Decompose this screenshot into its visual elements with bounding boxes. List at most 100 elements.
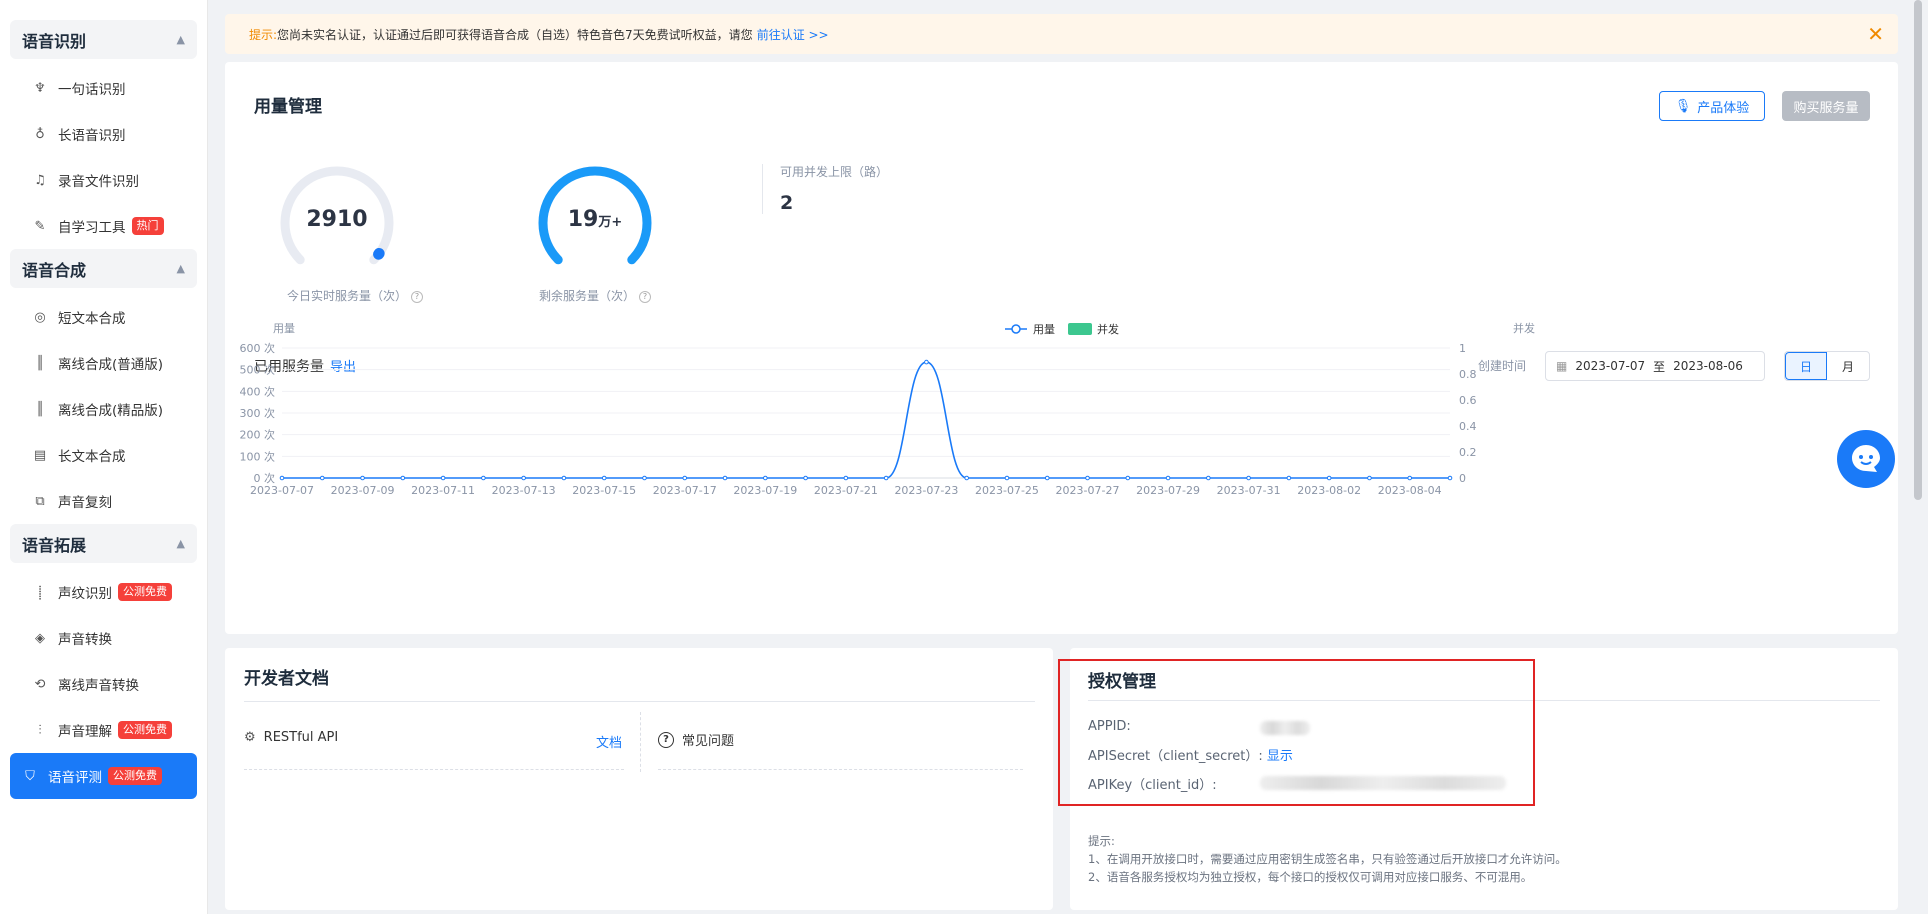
usage-data-point: [521, 475, 526, 481]
y-tick-label-left: 200 次: [240, 428, 276, 442]
sidebar-group-header[interactable]: 语音识别 ▲: [10, 20, 197, 59]
x-tick-label: 2023-07-09: [331, 484, 395, 497]
sidebar-item[interactable]: ✎ 自学习工具 热门: [10, 203, 197, 249]
sidebar-item-label: 声音复刻: [58, 495, 112, 511]
legend-marker-usage: [1011, 324, 1021, 334]
y-tick-label-left: 400 次: [240, 384, 276, 398]
offline-convert-icon: ⟲: [34, 676, 46, 692]
sidebar-group-header[interactable]: 语音拓展 ▲: [10, 524, 197, 563]
faq-item[interactable]: ? 常见问题: [658, 730, 734, 749]
restful-api-item[interactable]: ⚙ RESTful API: [244, 730, 338, 745]
devdocs-card: 开发者文档 ⚙ RESTful API 文档 ? 常见问题: [225, 648, 1053, 910]
sidebar-item[interactable]: ⸽ 声纹识别 公测免费: [10, 569, 197, 615]
usage-data-point: [1165, 475, 1171, 481]
usage-data-point: [964, 475, 969, 481]
usage-data-point: [1246, 475, 1251, 481]
usage-data-point: [1125, 475, 1131, 481]
sidebar-item[interactable]: ⛉ 语音评测 公测免费: [10, 753, 197, 799]
usage-series-line: [281, 361, 1450, 479]
badge: 公测免费: [118, 583, 172, 601]
convert-icon: ◈: [35, 630, 45, 646]
sidebar-item[interactable]: ◈ 声音转换: [10, 615, 197, 661]
close-icon[interactable]: ✕: [1867, 22, 1884, 46]
divider: [244, 769, 624, 770]
sidebar-item[interactable]: ⟲ 离线声音转换: [10, 661, 197, 707]
notice-tip: 提示:: [249, 27, 278, 42]
sidebar-item[interactable]: ║ 离线合成(普通版): [10, 340, 197, 386]
y-tick-label-right: 0.8: [1459, 368, 1477, 381]
chatbot-icon: [1852, 445, 1880, 472]
divider: [658, 769, 1023, 770]
chatbot-button[interactable]: [1837, 430, 1895, 488]
x-tick-label: 2023-07-19: [733, 484, 797, 497]
sidebar-item-label: 声音转换: [58, 632, 112, 648]
x-tick-label: 2023-07-31: [1217, 484, 1281, 497]
usage-data-point: [1447, 475, 1453, 481]
auth-hint: 提示: 1、在调用开放接口时，需要通过应用密钥生成签名串，只有验签通过后开放接口…: [1088, 832, 1567, 886]
y-tick-label-left: 100 次: [240, 449, 276, 463]
usage-data-point: [561, 475, 567, 481]
x-tick-label: 2023-07-07: [250, 484, 314, 497]
badge: 公测免费: [108, 767, 162, 785]
scrollbar[interactable]: [1914, 0, 1922, 500]
badge: 热门: [131, 217, 164, 235]
voiceprint-icon: ⸽: [38, 586, 42, 601]
sidebar-item[interactable]: ║ 离线合成(精品版): [10, 386, 197, 432]
hint-line-2: 2、语音各服务授权均为独立授权，每个接口的授权仅可调用对应接口服务、不可混用。: [1088, 870, 1533, 884]
usage-data-point: [682, 475, 688, 481]
sidebar-item-label: 长文本合成: [58, 449, 126, 465]
x-tick-label: 2023-07-25: [975, 484, 1039, 497]
sidebar-group-header[interactable]: 语音合成 ▲: [10, 249, 197, 288]
x-tick-label: 2023-08-02: [1297, 484, 1361, 497]
usage-data-point: [1004, 475, 1010, 481]
chart-legend: 用量 并发: [1005, 322, 1119, 336]
notice-bar: 提示: 您尚未实名认证，认证通过后即可获得语音合成（自选）特色音色7天免费试听权…: [225, 14, 1898, 54]
mic-icon: ♆: [34, 80, 46, 96]
sidebar-item[interactable]: ▤ 长文本合成: [10, 432, 197, 478]
doc-link[interactable]: 文档: [596, 732, 622, 751]
sidebar-item[interactable]: ⧉ 声音复刻: [10, 478, 197, 524]
usage-data-point: [400, 475, 406, 481]
sidebar-item[interactable]: ♆ 一句话识别: [10, 65, 197, 111]
sidebar-item[interactable]: ◎ 短文本合成: [10, 294, 197, 340]
hint-line-1: 1、在调用开放接口时，需要通过应用密钥生成签名串，只有验签通过后开放接口才允许访…: [1088, 852, 1567, 866]
document-icon: ▤: [33, 447, 47, 463]
usage-data-point: [642, 475, 647, 481]
y-axis-title-right: 并发: [1513, 321, 1535, 335]
caret-up-icon: ▲: [176, 537, 185, 550]
synth-icon: ◎: [34, 309, 46, 325]
sidebar-item-label: 离线声音转换: [58, 678, 139, 694]
y-axis-title-left: 用量: [273, 322, 295, 335]
y-tick-label-right: 0.2: [1459, 446, 1477, 459]
sidebar-group-title: 语音合成: [22, 260, 87, 280]
usage-data-point: [803, 475, 808, 481]
usage-data-point: [883, 475, 889, 481]
clone-icon: ⧉: [35, 493, 45, 509]
caret-up-icon: ▲: [176, 33, 185, 46]
verify-link[interactable]: 前往认证 >>: [757, 26, 829, 43]
sidebar-item[interactable]: ♫ 录音文件识别: [10, 157, 197, 203]
usage-data-point: [319, 475, 325, 481]
sidebar-item[interactable]: ⫶ 声音理解 公测免费: [10, 707, 197, 753]
sidebar-item[interactable]: ♁ 长语音识别: [10, 111, 197, 157]
x-tick-label: 2023-07-27: [1056, 484, 1120, 497]
usage-data-point: [722, 475, 728, 481]
hint-title: 提示:: [1088, 834, 1115, 848]
x-tick-label: 2023-07-13: [492, 484, 556, 497]
usage-data-point: [1326, 475, 1332, 481]
usage-data-point: [763, 475, 768, 481]
usage-data-point: [440, 475, 446, 481]
usage-data-point: [1367, 475, 1372, 481]
y-tick-label-left: 0 次: [254, 471, 276, 485]
sidebar-item-label: 短文本合成: [58, 311, 126, 327]
question-icon: ?: [658, 731, 674, 748]
usage-data-point: [279, 475, 285, 481]
y-tick-label-right: 0.4: [1459, 420, 1477, 433]
notice-text: 您尚未实名认证，认证通过后即可获得语音合成（自选）特色音色7天免费试听权益，请您: [277, 27, 753, 42]
devdocs-title: 开发者文档: [244, 669, 329, 689]
badge: 公测免费: [118, 721, 172, 739]
highlight-box: [1058, 659, 1535, 806]
usage-chart: 0 次 100 次 200 次 300 次 400 次 500 次 600 次 0 0.2 0.4…: [240, 321, 1536, 497]
usage-data-point: [1085, 475, 1090, 481]
sidebar-group-title: 语音识别: [22, 31, 87, 51]
